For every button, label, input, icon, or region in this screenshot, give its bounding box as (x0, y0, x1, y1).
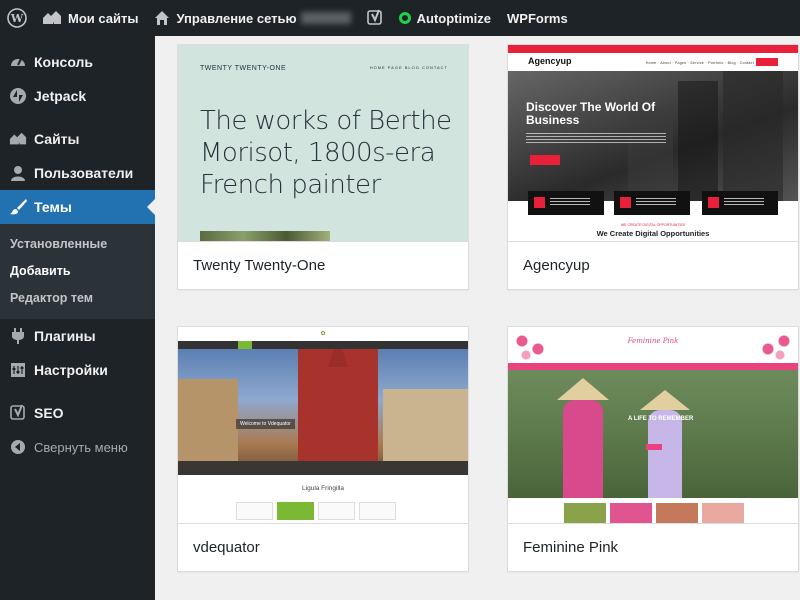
preview-nav: HOME PAGE BLOG CONTACT (369, 65, 448, 70)
sidebar-item-jetpack[interactable]: Jetpack (0, 79, 155, 113)
preview-navbar (178, 341, 468, 349)
preview-title: Feminine Pink (627, 337, 679, 345)
wpforms-menu[interactable]: WPForms (499, 0, 576, 36)
network-admin-menu[interactable]: Управление сетью (146, 0, 358, 36)
sidebar-item-plugins[interactable]: Плагины (0, 319, 155, 353)
theme-card-agencyup[interactable]: Agencyup Home · About · Pages · Service … (507, 44, 799, 290)
appearance-brush-icon (8, 197, 28, 217)
theme-screenshot[interactable]: Agencyup Home · About · Pages · Service … (508, 45, 798, 241)
theme-screenshot[interactable]: TWENTY TWENTY-ONE HOME PAGE BLOG CONTACT… (178, 45, 468, 241)
settings-icon (8, 360, 28, 380)
sidebar-item-settings[interactable]: Настройки (0, 353, 155, 387)
preview-image (200, 231, 330, 241)
wordpress-logo-button[interactable]: W (0, 0, 34, 36)
collapse-menu-label: Свернуть меню (34, 439, 128, 455)
autoptimize-status-icon (398, 12, 411, 24)
preview-title: Ligula Fringilla (302, 485, 344, 492)
preview-hero-text: A LIFE TO REMEMBER (628, 416, 694, 422)
dashboard-icon (8, 52, 28, 72)
preview-hero: A LIFE TO REMEMBER (508, 370, 798, 498)
preview-subheading: We Create Digital Opportunities (596, 229, 710, 238)
preview-headline: Discover The World Of Business (526, 100, 656, 127)
preview-hero: Welcome to Vdequator (178, 349, 468, 475)
preview-caption: Welcome to Vdequator (236, 419, 295, 429)
theme-screenshot[interactable]: ✿ Welcome to Vdequator Ligula Fringilla (178, 327, 468, 523)
preview-figure (563, 400, 603, 498)
preview-tagline: WE CREATE DIGITAL OPPORTUNITIES (620, 223, 686, 227)
autoptimize-menu[interactable]: Autoptimize (391, 0, 499, 36)
plugins-icon (8, 326, 28, 346)
collapse-arrow-icon (8, 437, 28, 457)
sidebar-item-label: SEO (34, 405, 64, 421)
preview-info-box (614, 191, 690, 215)
my-sites-icon (43, 11, 61, 24)
preview-navbar (508, 363, 798, 370)
blurred-site-name (300, 12, 351, 24)
themes-submenu: Установленные Добавить Редактор тем (0, 224, 155, 319)
preview-church (298, 349, 378, 469)
preview-logo: ✿ (320, 331, 326, 337)
theme-name: Twenty Twenty-One (178, 241, 468, 289)
home-icon (155, 11, 170, 25)
sidebar-item-label: Пользователи (34, 165, 134, 181)
jetpack-icon (8, 86, 28, 106)
sidebar-item-users[interactable]: Пользователи (0, 156, 155, 190)
my-sites-menu[interactable]: Мои сайты (34, 0, 146, 36)
submenu-installed[interactable]: Установленные (0, 230, 155, 257)
sidebar-item-label: Сайты (34, 131, 80, 147)
preview-paragraph (526, 133, 666, 143)
theme-card-feminine-pink[interactable]: Feminine Pink A LIFE TO REMEMBER Feminin… (507, 326, 799, 572)
theme-card-vdequator[interactable]: ✿ Welcome to Vdequator Ligula Fringilla … (177, 326, 469, 572)
yoast-icon (366, 9, 382, 25)
sidebar-item-label: Темы (34, 199, 72, 215)
preview-button (530, 155, 560, 165)
preview-feature-boxes (236, 502, 396, 520)
users-icon (8, 163, 28, 183)
yoast-seo-menu[interactable] (359, 0, 391, 36)
preview-button (646, 444, 662, 450)
my-sites-label: Мои сайты (68, 10, 139, 26)
preview-figure (648, 410, 682, 498)
sidebar-item-label: Jetpack (34, 88, 87, 104)
theme-card-twenty-twenty-one[interactable]: TWENTY TWENTY-ONE HOME PAGE BLOG CONTACT… (177, 44, 469, 290)
sidebar-item-sites[interactable]: Сайты (0, 122, 155, 156)
preview-menu: Home · About · Pages · Service · Portfol… (645, 61, 754, 65)
sites-icon (8, 129, 28, 149)
submenu-theme-editor[interactable]: Редактор тем (0, 284, 155, 311)
collapse-menu-button[interactable]: Свернуть меню (0, 430, 155, 464)
sidebar-item-label: Плагины (34, 328, 96, 344)
svg-text:W: W (10, 12, 24, 25)
autoptimize-label: Autoptimize (416, 10, 492, 26)
wordpress-icon: W (7, 8, 27, 28)
flower-decoration-icon (510, 331, 552, 361)
admin-bar: W Мои сайты Управление сетью Autoptimize… (0, 0, 800, 36)
theme-browser: TWENTY TWENTY-ONE HOME PAGE BLOG CONTACT… (155, 36, 800, 600)
wpforms-label: WPForms (507, 10, 568, 26)
theme-name: Feminine Pink (508, 523, 798, 571)
sidebar-item-label: Консоль (34, 54, 94, 70)
preview-info-box (702, 191, 778, 215)
theme-name: vdequator (178, 523, 468, 571)
network-admin-label: Управление сетью (176, 10, 297, 26)
preview-headline: The works of Berthe Morisot, 1800s-era F… (200, 106, 452, 200)
theme-screenshot[interactable]: Feminine Pink A LIFE TO REMEMBER (508, 327, 798, 523)
preview-logo: Agencyup (528, 56, 572, 66)
preview-brand: TWENTY TWENTY-ONE (200, 65, 287, 72)
sidebar-item-seo[interactable]: SEO (0, 396, 155, 430)
sidebar-item-dashboard[interactable]: Консоль (0, 45, 155, 79)
preview-info-box (528, 191, 604, 215)
theme-name: Agencyup (508, 241, 798, 289)
preview-thumbnails (564, 503, 744, 523)
admin-sidebar: Консоль Jetpack Сайты Пользователи Темы … (0, 36, 155, 600)
preview-cta (756, 58, 778, 66)
submenu-add-new[interactable]: Добавить (0, 257, 155, 284)
flower-decoration-icon (754, 331, 796, 361)
yoast-icon (8, 403, 28, 423)
preview-topstrip (508, 45, 798, 53)
sidebar-item-label: Настройки (34, 362, 108, 378)
sidebar-item-themes[interactable]: Темы (0, 190, 155, 224)
